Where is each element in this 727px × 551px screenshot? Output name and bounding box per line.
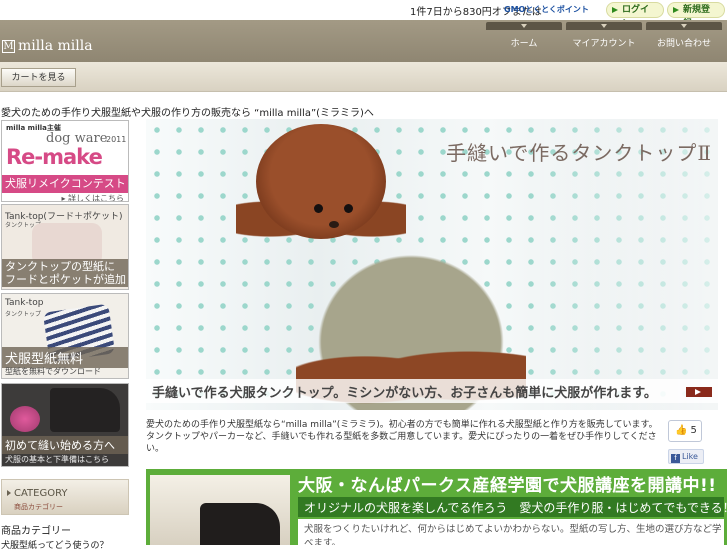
category-heading: 商品カテゴリー bbox=[1, 526, 71, 537]
gmo-point-logo[interactable]: GMOとくとくポイント bbox=[504, 4, 602, 16]
lecture-subheadline: オリジナルの犬服を楽しんでる作ろう 愛犬の手作り服・はじめてでもできる！ bbox=[298, 497, 727, 517]
thumbs-up-icon: 👍 bbox=[675, 425, 688, 436]
logo-mark-icon: M bbox=[2, 40, 15, 53]
intro-text: 愛犬のための手作り犬服型紙なら“milla milla”(ミラミラ)。初心者の方… bbox=[146, 420, 658, 454]
banner-caption: タンクトップの型紙に フードとポケットが追加 bbox=[2, 259, 128, 287]
facebook-like-button[interactable]: f Like bbox=[668, 449, 704, 464]
lecture-banner[interactable]: 大阪・なんばパークス産経学園で犬服講座を開講中!! オリジナルの犬服を楽しんでる… bbox=[146, 469, 727, 545]
site-header: Mmilla milla ホーム マイアカウント お問い合わせ bbox=[0, 20, 727, 62]
category-title: CATEGORY bbox=[14, 488, 68, 499]
nav-my-account-label: マイアカウント bbox=[572, 39, 636, 49]
banner-note: 型紙を無料でダウンロード bbox=[5, 367, 101, 376]
chevron-down-icon bbox=[486, 22, 562, 30]
banner-note: 犬服の基本と下準備はこちら bbox=[5, 455, 109, 464]
category-subtitle: 商品カテゴリー bbox=[14, 503, 63, 511]
flower-image bbox=[10, 406, 40, 432]
chevron-down-icon bbox=[566, 22, 642, 30]
nav-my-account[interactable]: マイアカウント bbox=[566, 22, 642, 54]
sewing-machine-image bbox=[200, 503, 280, 545]
free-pattern-banner[interactable]: Tank-top タンクトップ 犬服型紙無料 型紙を無料でダウンロード bbox=[1, 293, 129, 379]
view-cart-button[interactable]: カートを見る bbox=[1, 68, 76, 87]
sewing-machine-image bbox=[50, 388, 120, 432]
login-link[interactable]: ログイン bbox=[606, 2, 664, 29]
dog-eye bbox=[344, 204, 353, 213]
banner-subtitle: タンクトップ bbox=[5, 311, 42, 318]
arrow-right-icon[interactable] bbox=[686, 387, 712, 397]
hero-banner[interactable]: 手縫いで作るタンクトップⅡ 手縫いで作る犬服タンクトップ。ミシンがない方、お子さ… bbox=[146, 119, 718, 410]
banner-caption: 犬服型紙無料 bbox=[2, 347, 128, 368]
site-name: milla milla bbox=[18, 38, 93, 54]
like-count: 5 bbox=[690, 425, 697, 436]
nav-home[interactable]: ホーム bbox=[486, 22, 562, 54]
top-notice-bar: 1件7日から830円オフまたは GMOとくとくポイント ログイン 新規登録 bbox=[0, 0, 727, 29]
dog-nose bbox=[329, 221, 339, 228]
banner-year: 2011 bbox=[106, 135, 127, 144]
remake-contest-banner[interactable]: milla milla主催 dog ware 2011 Re-make 犬服リメ… bbox=[1, 120, 129, 202]
register-link[interactable]: 新規登録 bbox=[667, 2, 725, 29]
banner-caption: 初めて縫い始める方へ bbox=[2, 436, 128, 454]
arrow-right-icon bbox=[7, 490, 11, 496]
page-tagline: 愛犬のための手作り犬服型紙や犬服の作り方の販売なら “milla milla”(… bbox=[1, 108, 374, 119]
nav-contact[interactable]: お問い合わせ bbox=[646, 22, 722, 54]
nav-home-label: ホーム bbox=[510, 39, 538, 49]
hero-caption: 手縫いで作る犬服タンクトップ。ミシンがない方、お子さんも簡単に犬服が作れます。 bbox=[146, 379, 718, 403]
chevron-down-icon bbox=[646, 22, 722, 30]
banner-title: Tank-top bbox=[5, 298, 44, 308]
tanktop-hood-banner[interactable]: Tank-top(フード＋ポケット) タンクトップ タンクトップの型紙に フード… bbox=[1, 204, 129, 290]
site-logo[interactable]: Mmilla milla bbox=[2, 38, 93, 54]
hero-title: 手縫いで作るタンクトップⅡ bbox=[446, 141, 712, 165]
lecture-photo bbox=[150, 475, 290, 545]
like-label: Like bbox=[682, 452, 698, 461]
dog-head-image bbox=[256, 124, 386, 239]
banner-dog-ware: dog ware bbox=[46, 131, 108, 146]
category-header: CATEGORY 商品カテゴリー bbox=[1, 479, 129, 515]
like-count-box[interactable]: 👍 5 bbox=[668, 420, 702, 442]
lecture-body: 犬服をつくりたいけれど、何からはじめてよいかわからない。型紙の写し方、生地の選び… bbox=[298, 519, 724, 545]
facebook-icon: f bbox=[671, 454, 680, 463]
banner-caption: 犬服リメイクコンテスト bbox=[2, 175, 128, 193]
lecture-headline: 大阪・なんばパークス産経学園で犬服講座を開講中!! bbox=[298, 476, 717, 496]
nav-contact-label: お問い合わせ bbox=[656, 39, 711, 49]
cart-bar: カートを見る bbox=[0, 62, 727, 92]
beginners-banner[interactable]: 初めて縫い始める方へ 犬服の基本と下準備はこちら bbox=[1, 383, 129, 467]
dog-eye bbox=[314, 204, 323, 213]
gmo-point-label: GMOとくとくポイント bbox=[504, 5, 589, 14]
banner-remake: Re-make bbox=[6, 145, 103, 169]
tanktop-image bbox=[32, 223, 102, 261]
banner-details-link[interactable]: ▸ 詳しくはこちら bbox=[61, 193, 124, 201]
